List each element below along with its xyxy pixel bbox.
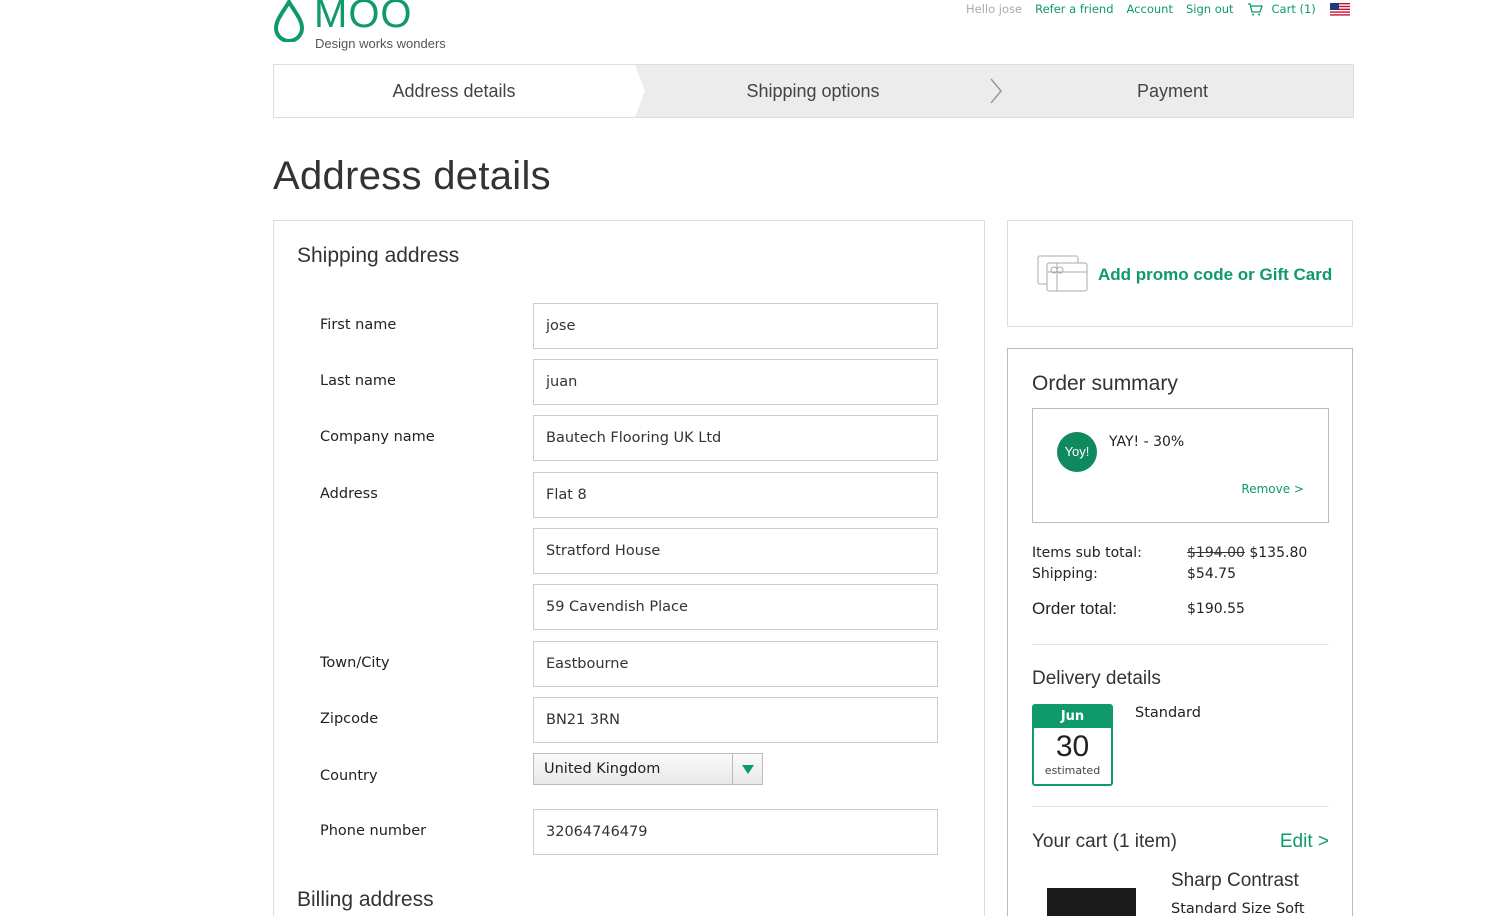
- address-label: Address: [320, 486, 378, 502]
- divider: [1032, 644, 1329, 645]
- delivery-estimated: estimated: [1044, 764, 1101, 777]
- zipcode-label: Zipcode: [320, 711, 379, 727]
- refer-friend-link[interactable]: Refer a friend: [1035, 2, 1113, 16]
- step-shipping-options[interactable]: Shipping options: [633, 65, 993, 117]
- brand-tagline: Design works wonders: [315, 36, 446, 51]
- step-payment[interactable]: Payment: [992, 65, 1353, 117]
- delivery-details-title: Delivery details: [1032, 668, 1161, 689]
- company-name-label: Company name: [320, 429, 435, 445]
- top-navigation: Hello jose Refer a friend Account Sign o…: [966, 2, 1350, 16]
- promo-code-panel[interactable]: Add promo code or Gift Card: [1007, 220, 1353, 327]
- town-city-label: Town/City: [320, 655, 390, 671]
- discount-badge: Yoy!: [1057, 432, 1097, 472]
- divider: [1032, 806, 1329, 807]
- shipping-value: $54.75: [1187, 566, 1236, 582]
- first-name-field[interactable]: [533, 303, 938, 349]
- first-name-label: First name: [320, 317, 397, 333]
- cart-item-name: Sharp Contrast: [1171, 870, 1299, 891]
- last-name-field[interactable]: [533, 359, 938, 405]
- order-summary-title: Order summary: [1032, 372, 1178, 395]
- delivery-date-calendar: Jun 30 estimated: [1032, 704, 1113, 786]
- phone-number-label: Phone number: [320, 823, 427, 839]
- billing-address-title: Billing address: [297, 888, 434, 911]
- items-subtotal-label: Items sub total:: [1032, 545, 1142, 561]
- delivery-month: Jun: [1034, 706, 1111, 728]
- add-promo-link[interactable]: Add promo code or Gift Card: [1098, 265, 1332, 285]
- product-thumbnail[interactable]: [1047, 888, 1136, 916]
- delivery-type: Standard: [1135, 705, 1201, 721]
- delivery-day: 30: [1055, 730, 1090, 763]
- discount-text: YAY! - 30%: [1109, 434, 1185, 450]
- dropdown-arrow-icon[interactable]: [732, 754, 762, 784]
- cart-title: Your cart (1 item): [1032, 831, 1178, 852]
- last-name-label: Last name: [320, 373, 396, 389]
- cart-icon[interactable]: [1247, 2, 1263, 16]
- greeting: Hello jose: [966, 2, 1023, 16]
- country-selected-value: United Kingdom: [544, 761, 661, 777]
- items-subtotal-value: $194.00 $135.80: [1187, 545, 1307, 561]
- phone-number-field[interactable]: [533, 809, 938, 855]
- order-total-value: $190.55: [1187, 601, 1245, 617]
- cart-link[interactable]: Cart (1): [1272, 2, 1316, 16]
- discount-box: Yoy! YAY! - 30% Remove >: [1032, 408, 1329, 523]
- order-summary-panel: Order summary Yoy! YAY! - 30% Remove > I…: [1007, 348, 1353, 916]
- chevron-right-icon: [990, 78, 1002, 104]
- account-link[interactable]: Account: [1127, 2, 1173, 16]
- remove-discount-link[interactable]: Remove >: [1241, 482, 1304, 496]
- step-address-details[interactable]: Address details: [274, 65, 634, 117]
- drop-logo-icon: [273, 0, 305, 42]
- shipping-address-title: Shipping address: [297, 244, 460, 267]
- order-total-label: Order total:: [1032, 599, 1118, 618]
- sign-out-link[interactable]: Sign out: [1186, 2, 1234, 16]
- town-city-field[interactable]: [533, 641, 938, 687]
- company-name-field[interactable]: [533, 415, 938, 461]
- address-line-1-field[interactable]: [533, 472, 938, 518]
- address-line-3-field[interactable]: [533, 584, 938, 630]
- country-label: Country: [320, 768, 378, 784]
- original-price: $194.00: [1187, 545, 1245, 561]
- us-flag-icon[interactable]: [1329, 2, 1350, 16]
- cart-item-description: Standard Size Soft: [1171, 901, 1305, 916]
- brand-name: MOO: [314, 0, 413, 36]
- checkout-steps: Shipping options Payment Address details: [273, 64, 1354, 118]
- page-title: Address details: [273, 154, 551, 198]
- country-select[interactable]: United Kingdom: [533, 753, 763, 785]
- step-arrow-shape: [633, 65, 645, 117]
- address-line-2-field[interactable]: [533, 528, 938, 574]
- shipping-address-panel: Shipping address First name Last name Co…: [273, 220, 985, 916]
- gift-card-icon: [1037, 255, 1088, 292]
- discounted-price: $135.80: [1249, 545, 1308, 561]
- edit-cart-link[interactable]: Edit >: [1280, 831, 1329, 853]
- zipcode-field[interactable]: [533, 697, 938, 743]
- shipping-label: Shipping:: [1032, 566, 1098, 582]
